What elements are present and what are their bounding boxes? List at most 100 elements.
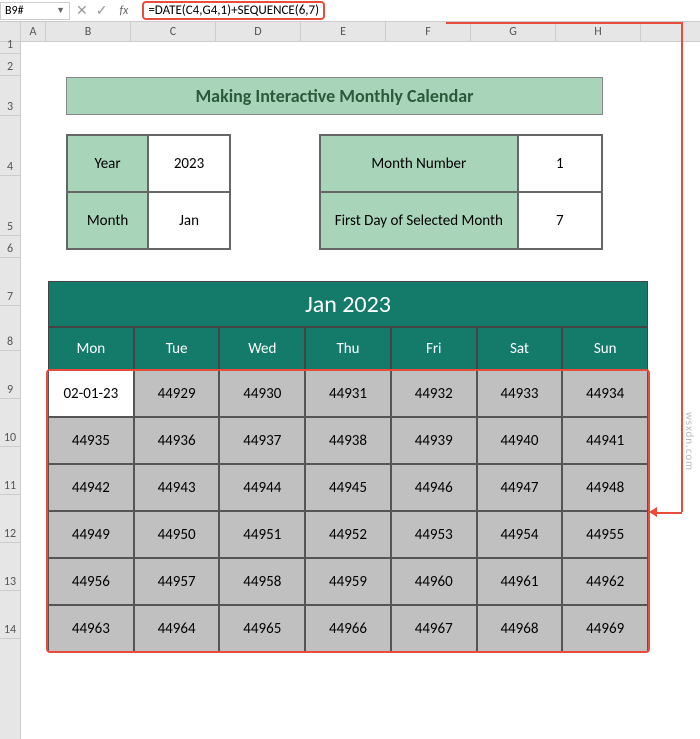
month-value[interactable]: Jan	[148, 192, 230, 249]
calendar-cell[interactable]: 44966	[305, 605, 391, 652]
column-header[interactable]: B	[46, 22, 131, 41]
calendar-cell[interactable]: 44936	[134, 417, 220, 464]
day-header: Thu	[305, 327, 391, 370]
column-header[interactable]: G	[471, 22, 556, 41]
row-header[interactable]: 10	[0, 399, 20, 447]
row-header[interactable]: 6	[0, 236, 20, 258]
name-box[interactable]: B9# ▼	[0, 2, 70, 20]
calendar-cell[interactable]: 44939	[391, 417, 477, 464]
row-header[interactable]: 9	[0, 351, 20, 399]
calendar-cell[interactable]: 44968	[477, 605, 563, 652]
row-header[interactable]: 12	[0, 495, 20, 543]
calendar-cell[interactable]: 44950	[134, 511, 220, 558]
calendar-cell[interactable]: 02-01-23	[48, 370, 134, 417]
calendar-cell[interactable]: 44933	[477, 370, 563, 417]
monthnum-label: Month Number	[320, 135, 518, 192]
calendar-cell[interactable]: 44940	[477, 417, 563, 464]
calendar-cell[interactable]: 44944	[219, 464, 305, 511]
column-header[interactable]: F	[386, 22, 471, 41]
row-header[interactable]: 11	[0, 447, 20, 495]
arrow-head-icon	[649, 507, 657, 517]
spreadsheet-grid: 1234567891011121314 ABCDEFGH Making Inte…	[0, 22, 700, 739]
firstday-label: First Day of Selected Month	[320, 192, 518, 249]
name-box-value: B9#	[5, 4, 24, 18]
row-header[interactable]: 3	[0, 76, 20, 116]
day-header: Tue	[134, 327, 220, 370]
firstday-value: 7	[518, 192, 602, 249]
annotation-arrow	[654, 512, 682, 514]
calendar-cell[interactable]: 44953	[391, 511, 477, 558]
calendar-row: 44942449434494444945449464494744948	[48, 464, 648, 511]
calendar-cell[interactable]: 44946	[391, 464, 477, 511]
calendar-cell[interactable]: 44951	[219, 511, 305, 558]
calendar-cell[interactable]: 44962	[562, 558, 648, 605]
calendar-cell[interactable]: 44934	[562, 370, 648, 417]
formula-input[interactable]: =DATE(C4,G4,1)+SEQUENCE(6,7)	[138, 0, 700, 21]
year-month-box: Year 2023 Month Jan	[66, 134, 231, 250]
dropdown-icon[interactable]: ▼	[56, 5, 65, 16]
month-info-box: Month Number 1 First Day of Selected Mon…	[319, 134, 603, 250]
watermark: wsxdn.com	[683, 412, 696, 471]
calendar-cell[interactable]: 44931	[305, 370, 391, 417]
calendar-row: 44963449644496544966449674496844969	[48, 605, 648, 652]
row-header[interactable]: 5	[0, 176, 20, 236]
day-header: Fri	[391, 327, 477, 370]
year-label: Year	[67, 135, 148, 192]
row-header[interactable]: 7	[0, 258, 20, 306]
day-header: Mon	[48, 327, 134, 370]
calendar-cell[interactable]: 44942	[48, 464, 134, 511]
row-headers: 1234567891011121314	[0, 42, 21, 739]
calendar-cell[interactable]: 44967	[391, 605, 477, 652]
calendar-row: 44935449364493744938449394494044941	[48, 417, 648, 464]
column-header[interactable]: D	[216, 22, 301, 41]
calendar-cell[interactable]: 44937	[219, 417, 305, 464]
calendar-cell[interactable]: 44949	[48, 511, 134, 558]
calendar-cell[interactable]: 44947	[477, 464, 563, 511]
row-header[interactable]: 8	[0, 306, 20, 351]
cancel-icon[interactable]: ✕	[76, 2, 88, 19]
calendar-cell[interactable]: 44969	[562, 605, 648, 652]
fx-icon[interactable]: fx	[115, 4, 132, 18]
calendar-cell[interactable]: 44943	[134, 464, 220, 511]
calendar-cell[interactable]: 44952	[305, 511, 391, 558]
calendar-cell[interactable]: 44930	[219, 370, 305, 417]
calendar-cell[interactable]: 44965	[219, 605, 305, 652]
calendar-cell[interactable]: 44955	[562, 511, 648, 558]
calendar-grid: 02-01-2344929449304493144932449334493444…	[48, 370, 648, 652]
calendar-cell[interactable]: 44948	[562, 464, 648, 511]
day-header: Wed	[219, 327, 305, 370]
calendar-cell[interactable]: 44963	[48, 605, 134, 652]
calendar-row: 02-01-23449294493044931449324493344934	[48, 370, 648, 417]
year-value[interactable]: 2023	[148, 135, 230, 192]
column-header[interactable]: H	[556, 22, 641, 41]
calendar-cell[interactable]: 44956	[48, 558, 134, 605]
calendar-title: Jan 2023	[48, 281, 648, 327]
column-header[interactable]: A	[21, 22, 46, 41]
calendar-cell[interactable]: 44957	[134, 558, 220, 605]
column-header[interactable]: E	[301, 22, 386, 41]
calendar-cell[interactable]: 44960	[391, 558, 477, 605]
calendar-cell[interactable]: 44929	[134, 370, 220, 417]
calendar-cell[interactable]: 44961	[477, 558, 563, 605]
row-header[interactable]: 13	[0, 543, 20, 591]
calendar-cell[interactable]: 44964	[134, 605, 220, 652]
cells-area[interactable]: Making Interactive Monthly Calendar Year…	[21, 42, 700, 739]
accept-icon[interactable]: ✓	[96, 2, 108, 19]
calendar-cell[interactable]: 44932	[391, 370, 477, 417]
row-header[interactable]: 1	[0, 42, 20, 54]
calendar-cell[interactable]: 44958	[219, 558, 305, 605]
calendar-cell[interactable]: 44954	[477, 511, 563, 558]
formula-toolbar: ✕ ✓ fx	[70, 2, 138, 19]
calendar-cell[interactable]: 44941	[562, 417, 648, 464]
row-header[interactable]: 4	[0, 116, 20, 176]
column-header[interactable]: C	[131, 22, 216, 41]
calendar: Jan 2023 MonTueWedThuFriSatSun 02-01-234…	[48, 281, 648, 652]
column-headers: ABCDEFGH	[21, 22, 700, 42]
calendar-cell[interactable]: 44959	[305, 558, 391, 605]
row-header[interactable]: 2	[0, 54, 20, 76]
calendar-cell[interactable]: 44938	[305, 417, 391, 464]
calendar-cell[interactable]: 44935	[48, 417, 134, 464]
calendar-cell[interactable]: 44945	[305, 464, 391, 511]
row-header[interactable]: 14	[0, 591, 20, 639]
calendar-row: 44949449504495144952449534495444955	[48, 511, 648, 558]
